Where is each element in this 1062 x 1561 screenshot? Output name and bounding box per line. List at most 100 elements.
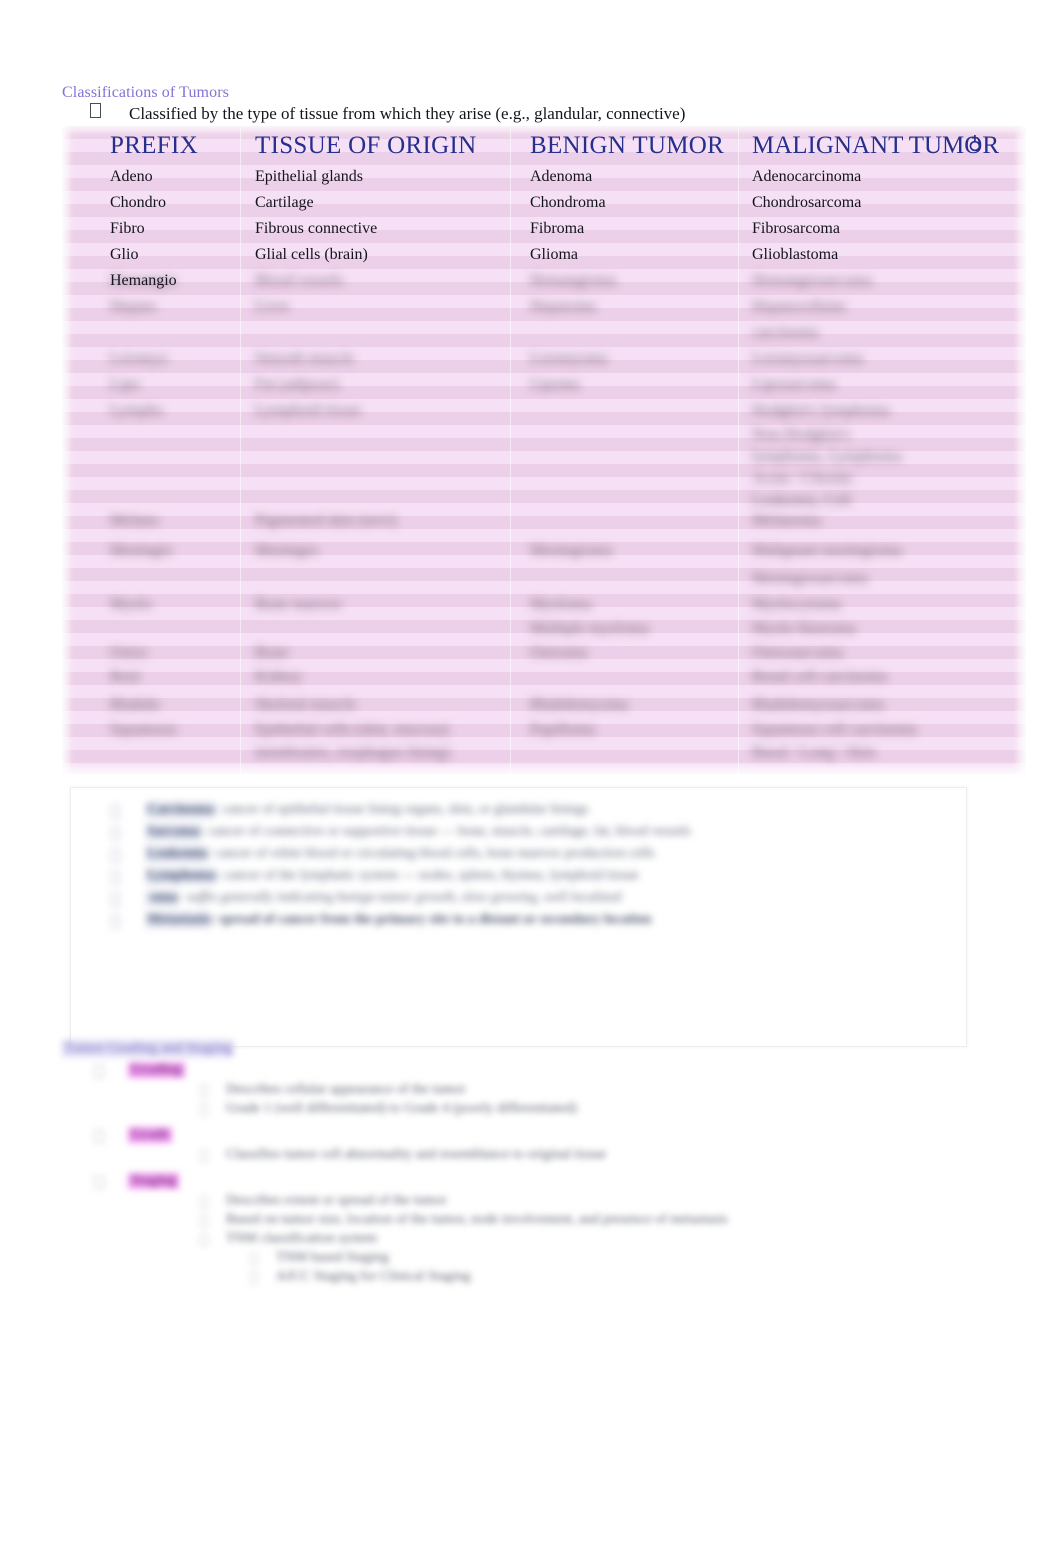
definition-text: : cancer of connective or supportive tis… — [200, 824, 691, 839]
outline-group: Grading Describes cellular appearance of… — [62, 1062, 992, 1117]
tofu-box-glyph-icon — [111, 827, 120, 840]
list-item: Lymphoma : cancer of the lymphatic syste… — [111, 868, 956, 884]
outline-header: Staging — [62, 1173, 992, 1189]
table-cell: Fibrosarcoma — [752, 220, 840, 237]
list-item: TNM based Staging — [250, 1250, 992, 1266]
page-title: Classifications of Tumors — [62, 84, 229, 101]
column-divider — [240, 126, 241, 774]
list-item: Describes extent or spread of the tumor — [200, 1193, 992, 1209]
definition-term: Lymphoma — [146, 868, 217, 884]
outline-text: Describes cellular appearance of the tum… — [226, 1082, 466, 1097]
outline-group: Grade Classifies tumor cell abnormality … — [62, 1127, 992, 1163]
outline-sublist: Classifies tumor cell abnormality and re… — [200, 1147, 992, 1163]
tofu-box-glyph-icon — [200, 1196, 208, 1208]
grading-staging-outline: Grading Describes cellular appearance of… — [62, 1062, 992, 1295]
outline-text: TNM based Staging — [276, 1250, 389, 1265]
outline-sublist: Describes cellular appearance of the tum… — [200, 1082, 992, 1117]
intro-bullet-text: Classified by the type of tissue from wh… — [129, 104, 686, 123]
outline-label: Grade — [128, 1127, 173, 1143]
table-header-prefix: PREFIX — [110, 132, 198, 159]
tofu-box-glyph-icon — [111, 805, 120, 818]
table-cell: Adeno — [110, 168, 153, 185]
table-cell: Adenoma — [530, 168, 593, 185]
table-cell: Glio — [110, 246, 139, 263]
definition-term: -oma — [146, 890, 179, 906]
table-cell: Chondro — [110, 194, 166, 211]
list-item: Metastasis : spread of cancer from the p… — [111, 912, 956, 928]
overlapping-glyph-artifact-icon: ♁ — [968, 134, 982, 156]
table-cell: Chondrosarcoma — [752, 194, 862, 211]
outline-sublist-nested: TNM based Staging AJCC Staging for Clini… — [250, 1250, 992, 1285]
table-column-benign: BENIGN TUMOR Adenoma Chondroma Fibroma G… — [530, 126, 738, 774]
tumor-classification-table: PREFIX Adeno Chondro Fibro Glio Hemangio… — [62, 126, 1026, 774]
outline-text: Describes extent or spread of the tumor — [226, 1193, 447, 1208]
outline-text: Classifies tumor cell abnormality and re… — [226, 1147, 607, 1162]
table-column-prefix: PREFIX Adeno Chondro Fibro Glio Hemangio — [110, 126, 240, 774]
table-cell: Glioma — [530, 246, 578, 263]
tofu-box-glyph-icon — [94, 1130, 104, 1143]
outline-text: AJCC Staging for Clinical Staging — [276, 1269, 471, 1284]
tofu-box-glyph-icon — [111, 871, 120, 884]
table-header-benign: BENIGN TUMOR — [530, 132, 725, 159]
tofu-box-glyph-icon — [111, 915, 120, 928]
definition-text: : suffix generally indicating benign tum… — [178, 890, 622, 905]
tofu-box-glyph-icon — [94, 1065, 104, 1078]
tofu-box-glyph-icon — [250, 1253, 258, 1265]
definition-term: Sarcoma — [146, 824, 201, 840]
outline-header: Grading — [62, 1062, 992, 1078]
list-item: Sarcoma : cancer of connective or suppor… — [111, 824, 956, 840]
list-item: -oma : suffix generally indicating benig… — [111, 890, 956, 906]
section-heading-grading-staging: Tumor Grading and Staging — [62, 1040, 235, 1057]
table-cell: Fibro — [110, 220, 145, 237]
list-item: Classifies tumor cell abnormality and re… — [200, 1147, 992, 1163]
table-cell: Cartilage — [255, 194, 314, 211]
outline-label: Staging — [128, 1173, 180, 1189]
table-cell: Epithelial glands — [255, 168, 363, 185]
definition-text: : cancer of white blood or circulating b… — [207, 846, 655, 861]
definitions-panel: Carcinoma : cancer of epithelial tissue … — [70, 787, 967, 1047]
outline-header: Grade — [62, 1127, 992, 1143]
outline-group: Staging Describes extent or spread of th… — [62, 1173, 992, 1285]
definition-term: Metastasis — [146, 912, 211, 928]
definition-text: : cancer of epithelial tissue lining org… — [214, 802, 589, 817]
column-divider — [738, 126, 739, 774]
tofu-box-glyph-icon — [111, 893, 120, 906]
tofu-box-glyph-icon — [200, 1215, 208, 1227]
table-cell: Glial cells (brain) — [255, 246, 368, 263]
tofu-box-glyph-icon — [111, 849, 120, 862]
definitions-list: Carcinoma : cancer of epithelial tissue … — [111, 802, 956, 934]
table-cell: Glioblastoma — [752, 246, 839, 263]
table-cell: Chondroma — [530, 194, 606, 211]
tofu-box-glyph-icon — [90, 103, 101, 118]
table-header-tissue: TISSUE OF ORIGIN — [255, 132, 477, 159]
outline-text: Grade 1 (well differentiated) to Grade 4… — [226, 1101, 577, 1116]
column-divider — [510, 126, 511, 774]
tofu-box-glyph-icon — [250, 1272, 258, 1284]
list-item: Grade 1 (well differentiated) to Grade 4… — [200, 1101, 992, 1117]
list-item: AJCC Staging for Clinical Staging — [250, 1269, 992, 1285]
list-item: TNM classification system — [200, 1231, 992, 1247]
list-item: Leukemia : cancer of white blood or circ… — [111, 846, 956, 862]
table-cell: Adenocarcinoma — [752, 168, 862, 185]
outline-sublist: Describes extent or spread of the tumor … — [200, 1193, 992, 1285]
outline-label: Grading — [128, 1062, 185, 1078]
outline-text: Based on tumor size, location of the tum… — [226, 1212, 728, 1227]
table-header-malignant: MALIGNANT TUMOR — [752, 132, 999, 159]
list-item: Describes cellular appearance of the tum… — [200, 1082, 992, 1098]
table-column-malignant: MALIGNANT TUMOR Adenocarcinoma Chondrosa… — [752, 126, 1020, 774]
tofu-box-glyph-icon — [200, 1150, 208, 1162]
tofu-box-glyph-icon — [200, 1234, 208, 1246]
table-cell: Hemangio — [110, 272, 177, 289]
table-cell: Fibroma — [530, 220, 585, 237]
tofu-box-glyph-icon — [94, 1176, 104, 1189]
tofu-box-glyph-icon — [200, 1104, 208, 1116]
table-column-tissue: TISSUE OF ORIGIN Epithelial glands Carti… — [255, 126, 510, 774]
table-cell: Fibrous connective — [255, 220, 378, 237]
definition-term: Carcinoma — [146, 802, 215, 818]
document-page: Classifications of Tumors Classified by … — [0, 0, 1062, 1561]
definition-text: : spread of cancer from the primary site… — [211, 912, 652, 927]
tofu-box-glyph-icon — [200, 1085, 208, 1097]
outline-text: TNM classification system — [226, 1231, 377, 1246]
list-item: Carcinoma : cancer of epithelial tissue … — [111, 802, 956, 818]
definition-term: Leukemia — [146, 846, 208, 862]
